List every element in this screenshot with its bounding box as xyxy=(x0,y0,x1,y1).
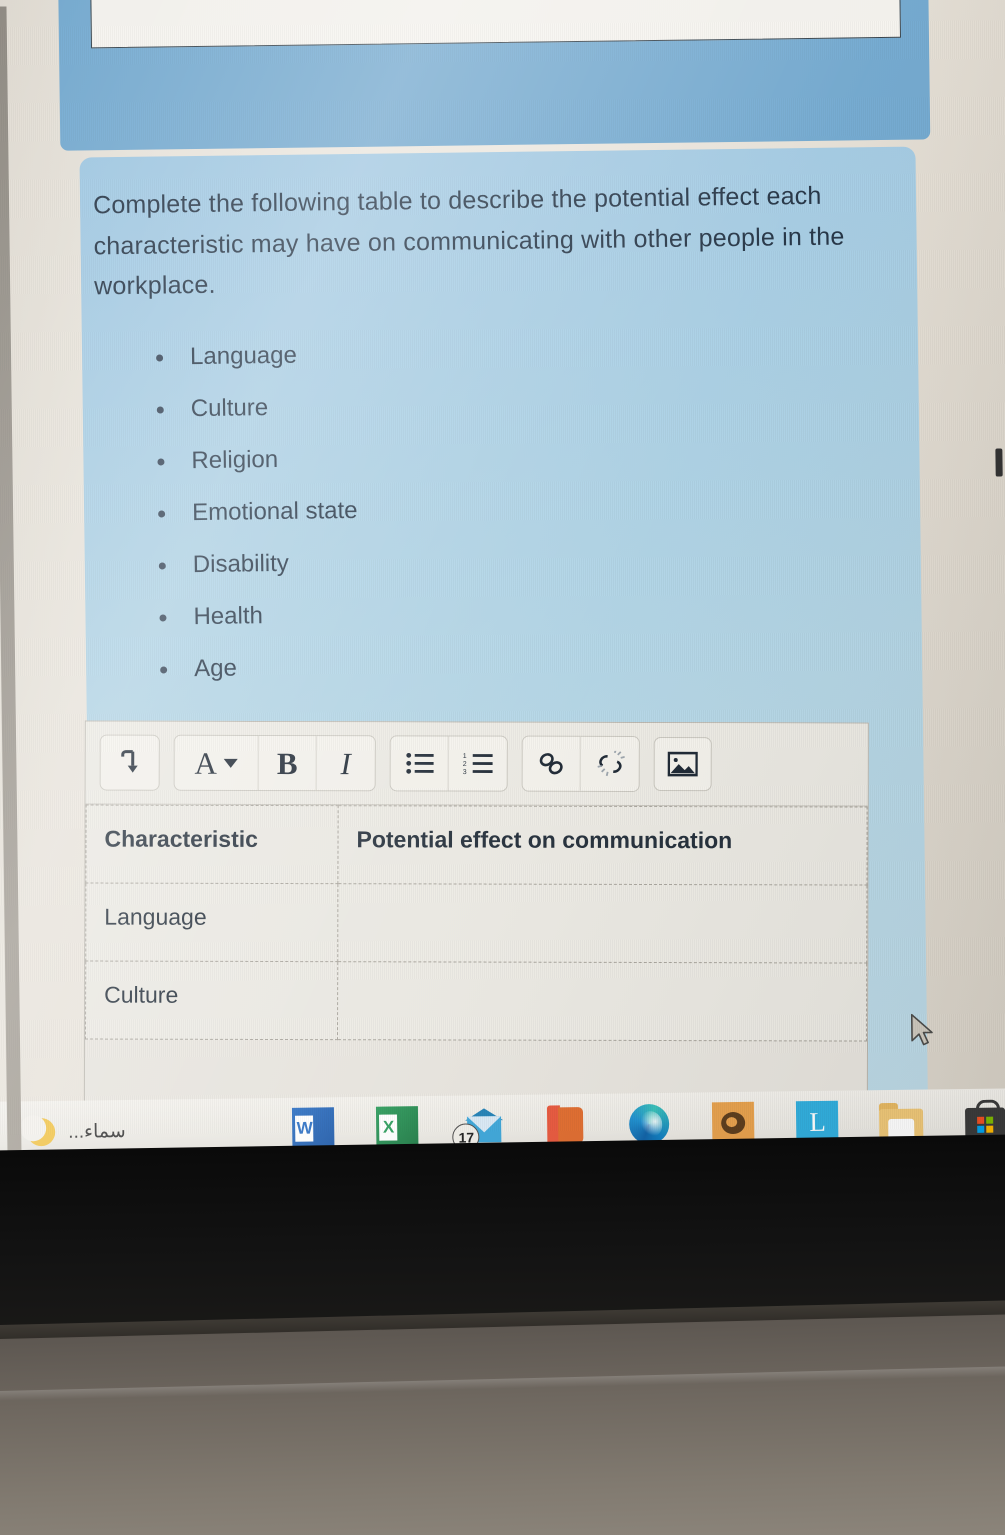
monitor-screen: Complete the following table to describe… xyxy=(0,0,1005,1193)
list-item: Emotional state xyxy=(144,485,358,540)
editor-toolbar: A B I 1 2 3 xyxy=(85,721,868,807)
list-item: Age xyxy=(146,641,360,696)
table-header-characteristic: Characteristic xyxy=(85,805,339,884)
top-panel xyxy=(57,0,931,151)
cell-characteristic-language[interactable]: Language xyxy=(85,883,338,962)
font-letter-a: A xyxy=(194,745,217,781)
table-row: Culture xyxy=(85,961,867,1042)
crescent-moon-icon xyxy=(27,1118,55,1146)
cell-effect-language[interactable] xyxy=(337,883,867,964)
screen-left-margin xyxy=(0,6,22,1167)
italic-icon[interactable]: I xyxy=(316,736,375,791)
list-item: Culture xyxy=(142,381,356,436)
chevron-down-icon xyxy=(223,758,238,768)
characteristics-list: Language Culture Religion Emotional stat… xyxy=(142,329,360,696)
list-item: Health xyxy=(145,589,359,644)
excel-letter: X xyxy=(379,1114,398,1141)
characteristics-table: Characteristic Potential effect on commu… xyxy=(85,804,868,1042)
desk-surface xyxy=(0,1313,1005,1535)
word-letter: W xyxy=(295,1115,314,1142)
link-icon[interactable] xyxy=(522,736,581,791)
question-card: Complete the following table to describe… xyxy=(79,146,928,1123)
taskbar-weather-widget[interactable]: سماء... xyxy=(27,1117,126,1146)
toolbar-group-lists: 1 2 3 xyxy=(389,735,508,792)
mouse-cursor xyxy=(909,1012,939,1050)
list-item: Religion xyxy=(143,433,357,488)
undo-arrow-icon[interactable] xyxy=(100,735,159,790)
list-item: Disability xyxy=(144,537,358,592)
rich-text-editor: A B I 1 2 3 Characteristic Potential eff… xyxy=(83,720,869,1123)
cell-characteristic-culture[interactable]: Culture xyxy=(85,961,338,1040)
monitor-photo: Complete the following table to describe… xyxy=(0,0,1005,1535)
image-icon[interactable] xyxy=(653,737,712,792)
edge-icon xyxy=(629,1103,670,1145)
office-icon xyxy=(547,1105,584,1145)
table-header-row: Characteristic Potential effect on commu… xyxy=(85,805,868,886)
screen-content: Complete the following table to describe… xyxy=(0,0,1005,1192)
numbered-list-icon[interactable]: 1 2 3 xyxy=(448,736,507,791)
answer-textarea[interactable] xyxy=(88,0,901,49)
weather-label: سماء... xyxy=(68,1120,126,1143)
table-header-effect: Potential effect on communication xyxy=(337,805,868,886)
svg-text:1: 1 xyxy=(463,753,467,760)
scrollbar-thumb[interactable] xyxy=(995,448,1003,477)
toolbar-group-link xyxy=(521,735,640,792)
folder-icon xyxy=(879,1102,924,1140)
list-item: Language xyxy=(142,329,356,384)
svg-text:3: 3 xyxy=(463,769,467,776)
bullet-list-icon[interactable] xyxy=(390,736,449,791)
unlink-icon[interactable] xyxy=(580,736,639,791)
font-color-icon[interactable]: A xyxy=(174,735,259,790)
svg-text:2: 2 xyxy=(463,761,467,768)
toolbar-group-undo xyxy=(99,734,160,791)
bold-icon[interactable]: B xyxy=(258,735,317,791)
instructions-text: Complete the following table to describe… xyxy=(92,181,845,301)
table-row: Language xyxy=(85,883,867,964)
toolbar-group-format: A B I xyxy=(173,734,376,792)
cell-effect-culture[interactable] xyxy=(337,961,867,1042)
